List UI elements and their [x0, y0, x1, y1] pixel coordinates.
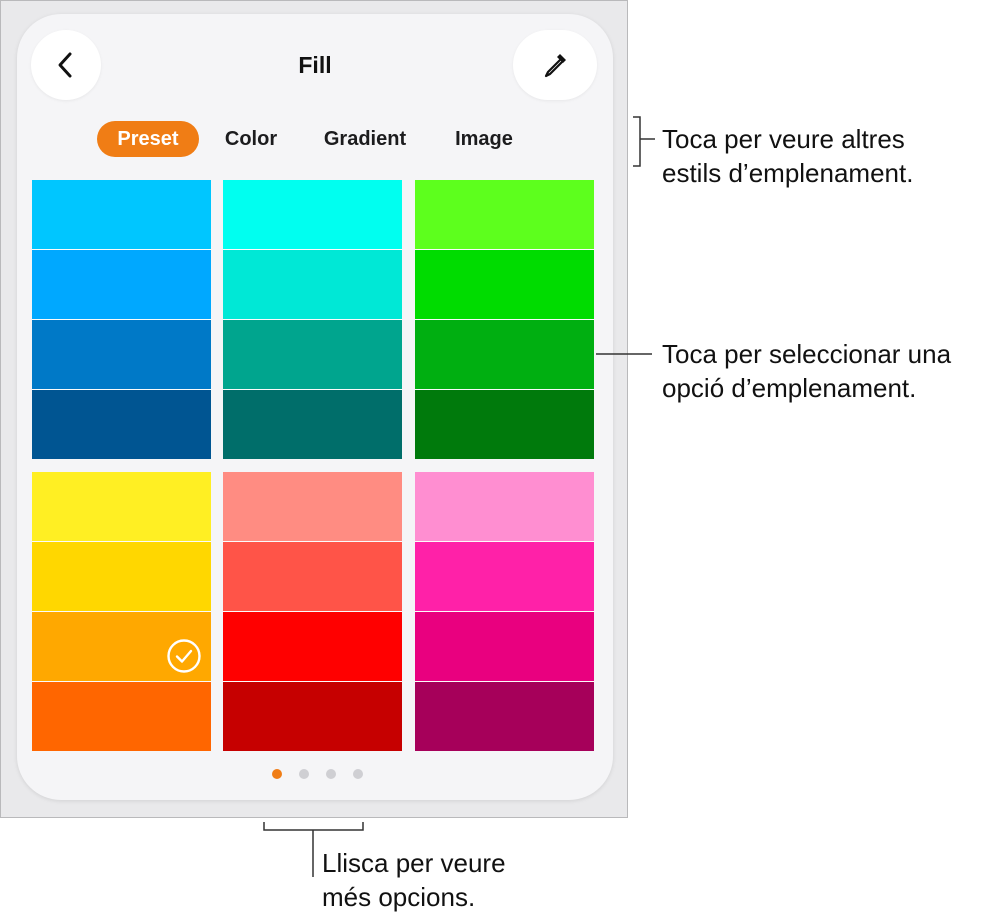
callout-tabs: Toca per veure altres estils d’emplename… — [662, 122, 913, 190]
callout-swatches: Toca per seleccionar una opció d’emplena… — [662, 337, 951, 405]
callout-tabs-line-1: Toca per veure altres — [662, 124, 905, 154]
callout-swatches-line-2: opció d’emplenament. — [662, 373, 917, 403]
callout-swipe-line-1: Llisca per veure — [322, 848, 506, 878]
callout-swipe: Llisca per veure més opcions. — [322, 846, 506, 914]
callout-swipe-line-2: més opcions. — [322, 882, 476, 912]
callout-swatches-line-1: Toca per seleccionar una — [662, 339, 952, 369]
callout-tabs-line-2: estils d’emplenament. — [662, 158, 914, 188]
